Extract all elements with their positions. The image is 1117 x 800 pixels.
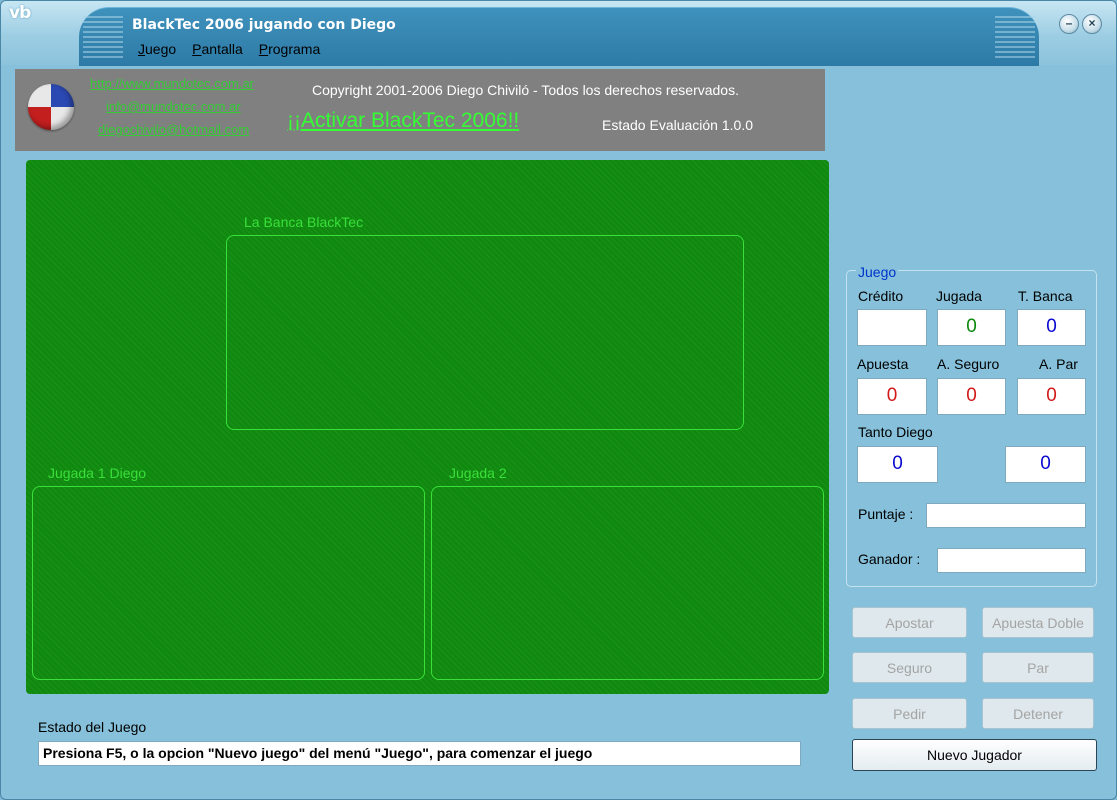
game-group-title: Juego [856,264,899,280]
menu-pantalla[interactable]: Pantalla [192,41,243,57]
hand1-label: Jugada 1 Diego [48,465,147,481]
title-bar[interactable]: vb BlackTec 2006 jugando con Diego Juego… [1,1,1116,66]
pair-button[interactable]: Par [982,652,1094,683]
dealer-area [226,235,744,430]
game-status-message: Presiona F5, o la opcion "Nuevo juego" d… [38,741,801,766]
info-email-link[interactable]: info@mundotec.com.ar [106,99,241,114]
globe-logo-icon [28,84,74,130]
app-window: vb BlackTec 2006 jugando con Diego Juego… [0,0,1117,800]
menu-juego-label: uego [145,41,177,57]
hand1-area [32,486,425,680]
insurance-bet-label: A. Seguro [937,356,1000,372]
activate-link[interactable]: ¡¡Activar BlackTec 2006!! [287,109,519,133]
winner-label: Ganador : [858,551,921,567]
bet-label: Apuesta [857,356,909,372]
dealer-label: La Banca BlackTec [244,214,364,230]
header-banner: http://www.mundotec.com.ar info@mundotec… [15,69,825,151]
close-icon[interactable]: × [1082,14,1102,34]
insurance-button[interactable]: Seguro [852,652,967,683]
vb-logo: vb [9,3,31,23]
author-email-link[interactable]: diegochivilo@hotmail.com [98,122,249,137]
website-link[interactable]: http://www.mundotec.com.ar [90,76,254,91]
stand-button[interactable]: Detener [982,698,1094,729]
hand-field: 0 [937,309,1006,346]
pair-bet-label: A. Par [1039,356,1078,372]
dealer-tanto-field: 0 [1005,446,1086,483]
player-total-label: Tanto Diego [858,424,933,440]
title-stripes-left [83,16,123,58]
game-table: La Banca BlackTec Jugada 1 Diego Jugada … [26,160,829,694]
copyright-text: Copyright 2001-2006 Diego Chiviló - Todo… [312,82,739,98]
menu-programa-label: rograma [268,41,321,57]
menu-programa-mnemonic: P [258,41,269,57]
menu-pantalla-mnemonic: P [192,41,202,57]
score-label: Puntaje : [858,506,914,522]
dealer-total-label: T. Banca [1018,288,1073,304]
insurance-bet-field: 0 [937,378,1006,415]
hit-button[interactable]: Pedir [852,698,967,729]
menu-bar: Juego Pantalla Programa [138,41,320,57]
hand-label: Jugada [936,288,982,304]
menu-juego[interactable]: Juego [138,41,176,57]
menu-pantalla-label: antalla [201,41,243,57]
title-stripes-right [995,16,1035,58]
pair-bet-field: 0 [1017,378,1086,415]
dealer-total-field: 0 [1017,309,1086,346]
hand2-label: Jugada 2 [449,465,507,481]
title-tab [79,7,1039,66]
new-player-button[interactable]: Nuevo Jugador [852,739,1097,771]
evaluation-status: Estado Evaluación 1.0.0 [602,117,753,133]
score-field [926,503,1086,528]
menu-programa[interactable]: Programa [259,41,320,57]
menu-juego-mnemonic: J [138,41,145,57]
double-bet-button[interactable]: Apuesta Doble [982,607,1094,638]
credit-label: Crédito [858,288,904,304]
minimize-icon[interactable]: – [1059,14,1079,34]
bet-field: 0 [857,378,927,415]
winner-field [937,548,1086,573]
window-title: BlackTec 2006 jugando con Diego [132,17,396,33]
hand2-area [431,486,824,680]
player-total-field: 0 [857,446,938,483]
game-status-label: Estado del Juego [38,719,147,735]
bet-button[interactable]: Apostar [852,607,967,638]
credit-field [857,309,927,346]
